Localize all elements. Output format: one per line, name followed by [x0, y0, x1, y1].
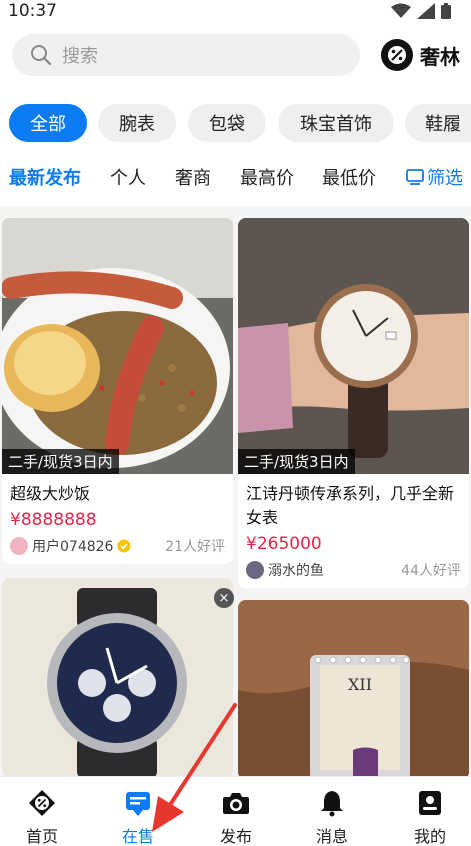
status-bar: 10:37	[0, 0, 471, 24]
signal-icon	[417, 3, 435, 19]
tab-profile-label: 我的	[413, 827, 446, 846]
brand-logo[interactable]: 奢林	[380, 38, 460, 72]
product-card[interactable]: 二手/现货3日内 江诗丹顿传承系列，几乎全新女表 ¥265000 溺水的鱼 44…	[238, 218, 469, 588]
sort-latest[interactable]: 最新发布	[9, 164, 81, 190]
status-time: 10:37	[8, 1, 57, 21]
seller-name: 溺水的鱼	[268, 563, 324, 579]
product-card[interactable]	[2, 578, 233, 776]
verified-badge-icon	[117, 539, 131, 553]
brand-name: 奢林	[420, 44, 460, 69]
tab-on-sale-label: 在售	[121, 827, 154, 846]
sort-bar: 最新发布 个人 奢商 最高价 最低价 筛选	[0, 156, 471, 206]
product-price: ¥8888888	[10, 510, 97, 530]
search-placeholder: 搜索	[62, 46, 98, 67]
sort-lowest-price[interactable]: 最低价	[322, 164, 376, 190]
category-bar: 全部 腕表 包袋 珠宝首饰 鞋履	[0, 96, 471, 156]
tab-home[interactable]: 首页	[2, 789, 82, 846]
seller-row: 用户074826 21人好评	[10, 536, 225, 556]
tab-publish[interactable]: 发布	[196, 789, 276, 846]
bell-icon	[321, 791, 343, 817]
filter-button[interactable]: 筛选	[406, 164, 463, 190]
product-photo: 二手/现货3日内	[238, 218, 469, 474]
product-title: 江诗丹顿传承系列，几乎全新女表	[246, 484, 455, 527]
product-photo: 二手/现货3日内	[2, 218, 233, 474]
category-chip-all[interactable]: 全部	[9, 104, 87, 142]
sort-personal[interactable]: 个人	[110, 164, 146, 190]
profile-icon	[419, 791, 441, 815]
home-icon	[29, 790, 55, 816]
category-chip-jewelry[interactable]: 珠宝首饰	[278, 104, 394, 142]
wifi-icon	[391, 3, 411, 18]
avatar	[246, 561, 264, 579]
category-chip-shoes[interactable]: 鞋履	[405, 104, 471, 142]
avatar	[10, 537, 28, 555]
tab-publish-label: 发布	[219, 827, 252, 846]
product-info: 江诗丹顿传承系列，几乎全新女表 ¥265000 溺水的鱼 44人好评	[238, 474, 469, 588]
product-price: ¥265000	[246, 534, 322, 554]
product-photo	[2, 578, 233, 776]
product-photo: XII	[238, 600, 469, 776]
bottom-tab-bar: 首页 在售 发布 消息 我的	[0, 776, 471, 846]
product-feed[interactable]: 二手/现货3日内 超级大炒饭 ¥8888888 用户074826 21人好评 二…	[0, 206, 471, 776]
battery-icon	[441, 3, 451, 19]
tab-messages-label: 消息	[315, 827, 348, 846]
product-info: 超级大炒饭 ¥8888888 用户074826 21人好评	[2, 474, 233, 564]
tab-on-sale[interactable]: 在售	[98, 789, 178, 846]
camera-icon	[223, 793, 249, 814]
status-icons	[391, 3, 451, 19]
category-chip-watches[interactable]: 腕表	[98, 104, 176, 142]
sort-dealer[interactable]: 奢商	[175, 164, 211, 190]
tab-profile[interactable]: 我的	[390, 789, 470, 846]
review-count: 44人好评	[401, 563, 461, 579]
product-title: 超级大炒饭	[10, 484, 91, 503]
close-button[interactable]: ×	[214, 588, 234, 608]
category-chip-bags[interactable]: 包袋	[188, 104, 266, 142]
condition-tag: 二手/现货3日内	[238, 449, 355, 474]
filter-label: 筛选	[427, 168, 463, 189]
seller-row: 溺水的鱼 44人好评	[246, 560, 461, 580]
product-card[interactable]: XII	[238, 600, 469, 776]
search-icon	[31, 45, 52, 66]
on-sale-icon	[126, 792, 150, 816]
brand-icon	[381, 39, 413, 71]
seller-name: 用户074826	[32, 539, 114, 555]
tab-home-label: 首页	[25, 827, 58, 846]
product-card[interactable]: 二手/现货3日内 超级大炒饭 ¥8888888 用户074826 21人好评	[2, 218, 233, 564]
review-count: 21人好评	[165, 539, 225, 555]
header: 搜索 奢林	[0, 24, 471, 96]
condition-tag: 二手/现货3日内	[2, 449, 119, 474]
sort-highest-price[interactable]: 最高价	[240, 164, 294, 190]
tab-messages[interactable]: 消息	[292, 789, 372, 846]
svg-text:XII: XII	[348, 675, 372, 694]
filter-icon	[406, 169, 424, 185]
search-input[interactable]: 搜索	[12, 34, 360, 76]
